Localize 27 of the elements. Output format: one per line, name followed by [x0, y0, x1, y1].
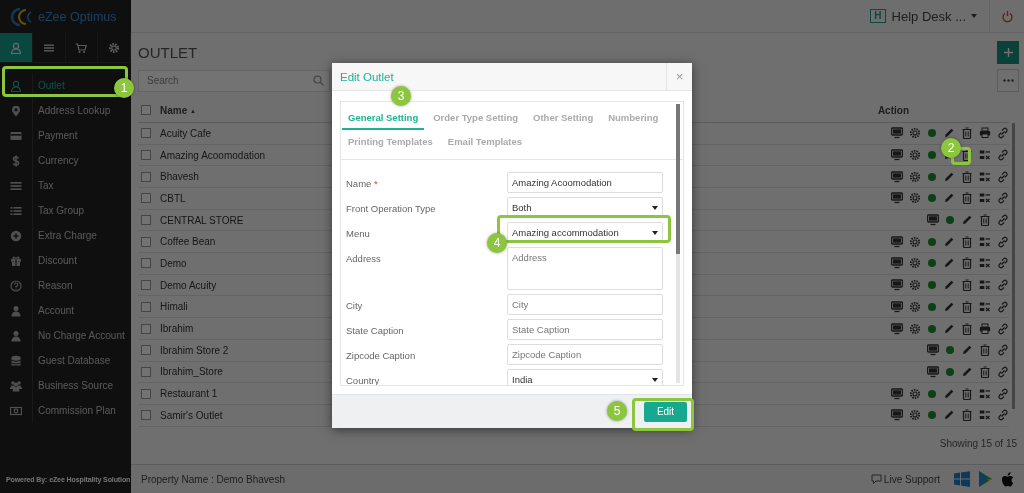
field-label: Address	[346, 252, 382, 264]
field-label: State Caption	[346, 324, 405, 336]
outlet-name: Acuity Cafe	[160, 127, 212, 139]
outlet-name: Coffee Bean	[160, 236, 216, 248]
outlet-name: Demo Acuity	[160, 279, 217, 291]
field-label: Name *	[346, 177, 379, 189]
outlet-name: CBTL	[160, 192, 186, 204]
outlet-name: Ibrahim Store 2	[160, 344, 229, 356]
outlet-name: Demo	[160, 257, 187, 269]
record-count: Showing 15 of 15	[939, 438, 1017, 450]
app-logo-text: eZee Optimus	[38, 9, 117, 24]
field-label: City	[346, 299, 364, 311]
helpdesk-badge: H	[870, 9, 886, 23]
page-title: OUTLET	[138, 43, 198, 61]
field-label: Front Operation Type	[346, 202, 437, 214]
property-name: Property Name : Demo Bhavesh	[141, 473, 285, 485]
outlet-name: Restaurant 1	[160, 388, 218, 400]
field-label: Zipcode Caption	[346, 349, 417, 361]
outlet-name: Amazing Acoomodation	[160, 149, 266, 161]
outlet-name: Bhavesh	[160, 171, 199, 183]
outlet-name: Himali	[160, 301, 188, 313]
outlet-name: Ibrahim_Store	[160, 366, 223, 378]
field-label: Menu	[346, 227, 371, 239]
dialog-title: Edit Outlet	[339, 70, 395, 83]
outlet-name: Ibrahim	[160, 323, 194, 334]
outlet-name: Samir's Outlet	[160, 409, 223, 421]
outlet-name: CENTRAL STORE	[160, 214, 244, 226]
